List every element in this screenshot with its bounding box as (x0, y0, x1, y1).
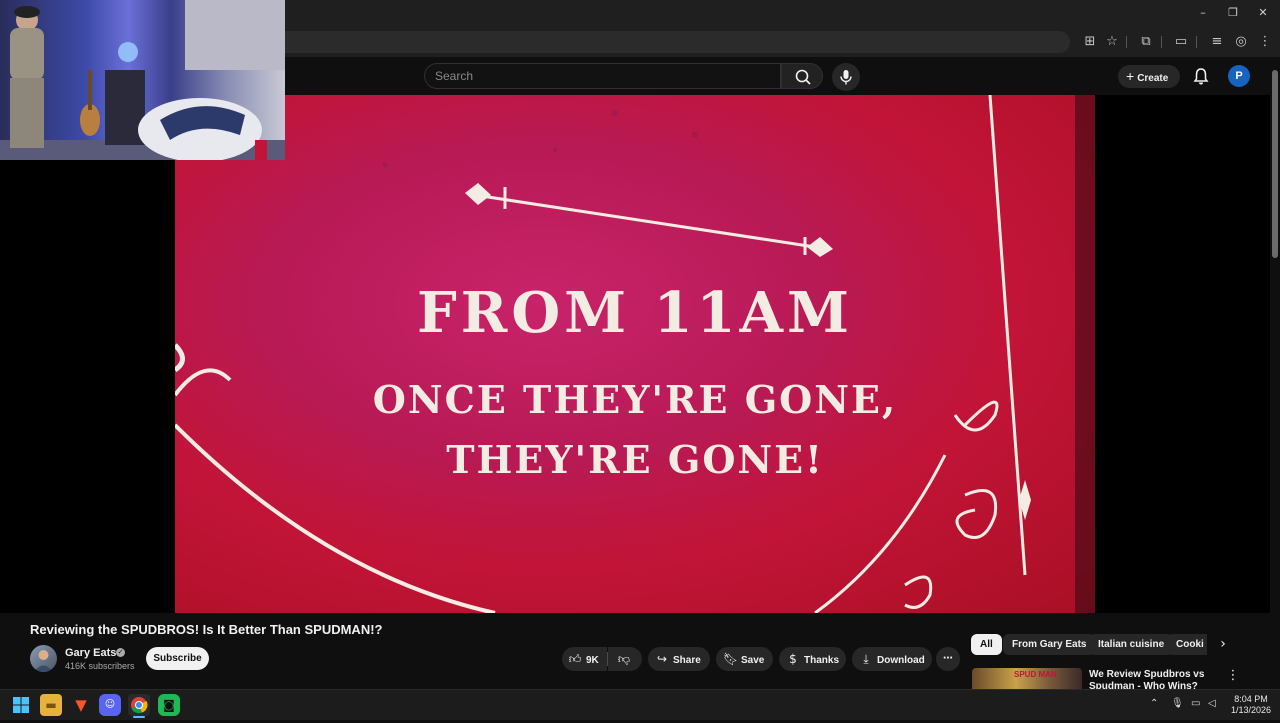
toolbar-divider (1196, 36, 1197, 48)
channel-avatar[interactable] (30, 645, 57, 672)
close-button[interactable]: ✕ (1248, 4, 1278, 22)
chevron-right-icon[interactable]: › (1210, 634, 1236, 655)
browser-menu-icon[interactable]: ⋮ (1256, 33, 1274, 51)
streaming-app-icon[interactable]: ◙ (158, 694, 180, 716)
save-button[interactable]: 🔖︎ Save (716, 647, 773, 671)
windows-start-icon[interactable] (10, 694, 32, 716)
voice-search-button[interactable] (832, 63, 860, 91)
download-button[interactable]: ⤓ Download (852, 647, 932, 671)
account-avatar[interactable]: P (1228, 65, 1250, 87)
file-explorer-icon[interactable]: ▬ (40, 694, 62, 716)
microphone-icon (840, 70, 852, 85)
chip-all[interactable]: All (971, 634, 1002, 655)
sign-line-2: ONCE THEY'RE GONE, (372, 377, 898, 422)
share-button[interactable]: ↪ Share (648, 647, 710, 671)
download-icon: ⤓ (863, 652, 869, 666)
thumbs-up-icon: 👍︎ (568, 652, 582, 666)
install-app-icon[interactable]: ⊞ (1081, 33, 1099, 51)
share-icon: ↪ (656, 652, 668, 666)
dislike-button[interactable]: 👎︎ (608, 647, 642, 671)
search-button[interactable] (781, 63, 823, 89)
clock-time[interactable]: 8:04 PM (1228, 694, 1274, 704)
webcam-scene (0, 0, 285, 160)
restore-button[interactable]: ❐ (1218, 4, 1248, 22)
tab-search-icon[interactable]: ▭ (1172, 33, 1190, 51)
bookmark-star-icon[interactable]: ☆ (1103, 33, 1121, 51)
sign-ornaments (175, 95, 1095, 613)
subscriber-count: 416K subscribers (65, 661, 135, 671)
tray-network-icon[interactable]: ▭ (1191, 698, 1200, 709)
recommendation-menu-icon[interactable]: ⋮ (1226, 668, 1240, 684)
thanks-label: Thanks (804, 655, 840, 666)
bookmark-icon: 🔖︎ (723, 652, 739, 666)
plus-icon: + (1126, 68, 1135, 84)
channel-name[interactable]: Gary Eats (65, 647, 116, 659)
thumbnail-text: SPUD MAN (1014, 670, 1057, 679)
brave-browser-icon[interactable]: ▼ (70, 694, 92, 716)
video-player[interactable]: FROM 11AM ONCE THEY'RE GONE, THEY'RE GON… (175, 95, 1095, 613)
webcam-overlay (0, 0, 285, 160)
windows-logo (13, 697, 29, 713)
share-label: Share (673, 655, 701, 666)
search-icon (795, 69, 811, 85)
chrome-logo (131, 697, 148, 714)
more-actions-button[interactable]: ⋯ (936, 647, 960, 671)
tray-microphone-icon[interactable]: 🎙︎ (1171, 698, 1184, 709)
profile-icon[interactable]: ◎ (1232, 33, 1250, 51)
tray-overflow-icon[interactable]: ⌃ (1150, 698, 1158, 709)
like-button[interactable]: 👍︎ 9K (562, 647, 607, 671)
recommendation-thumbnail[interactable]: SPUD MAN (972, 668, 1082, 690)
chip-italian-cuisine[interactable]: Italian cuisine (1089, 634, 1174, 655)
windows-taskbar (0, 689, 1280, 720)
create-button[interactable]: + Create (1118, 65, 1180, 88)
verified-badge-icon: ✓ (116, 648, 125, 657)
channel-avatar-image (34, 650, 53, 672)
video-title: Reviewing the SPUDBROS! Is It Better Tha… (30, 622, 383, 637)
create-label: Create (1137, 73, 1169, 84)
media-controls-icon[interactable]: ≡ (1208, 33, 1226, 51)
chip-cooking[interactable]: Cooki (1167, 634, 1207, 655)
toolbar-divider (1126, 36, 1127, 48)
download-label: Download (877, 655, 925, 666)
sign-line-1: FROM 11AM (417, 280, 853, 346)
tray-volume-icon[interactable]: ◁ (1208, 698, 1216, 709)
chip-from-gary-eats[interactable]: From Gary Eats (1003, 634, 1096, 655)
subscribe-button[interactable]: Subscribe (146, 647, 209, 670)
thumbs-down-icon: 👎︎ (617, 652, 631, 666)
like-count: 9K (586, 655, 599, 666)
scrollbar-thumb[interactable] (1272, 70, 1278, 258)
address-bar[interactable] (285, 31, 1070, 53)
notifications-button[interactable] (1191, 66, 1211, 86)
active-app-indicator (133, 716, 145, 718)
clock-date[interactable]: 1/13/2026 (1228, 705, 1274, 715)
save-label: Save (741, 655, 765, 666)
bell-icon (1193, 68, 1209, 85)
more-horizontal-icon: ⋯ (943, 653, 953, 664)
sign-line-3: THEY'RE GONE! (446, 437, 824, 482)
extensions-icon[interactable]: ⧉ (1137, 33, 1155, 51)
recommendation-title[interactable]: We Review Spudbros vs Spudman - Who Wins… (1089, 669, 1219, 689)
toolbar-divider (1161, 36, 1162, 48)
super-thanks-icon: $ (789, 652, 797, 666)
chrome-icon[interactable] (128, 694, 150, 716)
discord-icon[interactable]: ☺ (99, 694, 121, 716)
thanks-button[interactable]: $ Thanks (779, 647, 846, 671)
search-input[interactable]: Search (424, 63, 781, 89)
minimize-button[interactable]: – (1188, 4, 1218, 22)
